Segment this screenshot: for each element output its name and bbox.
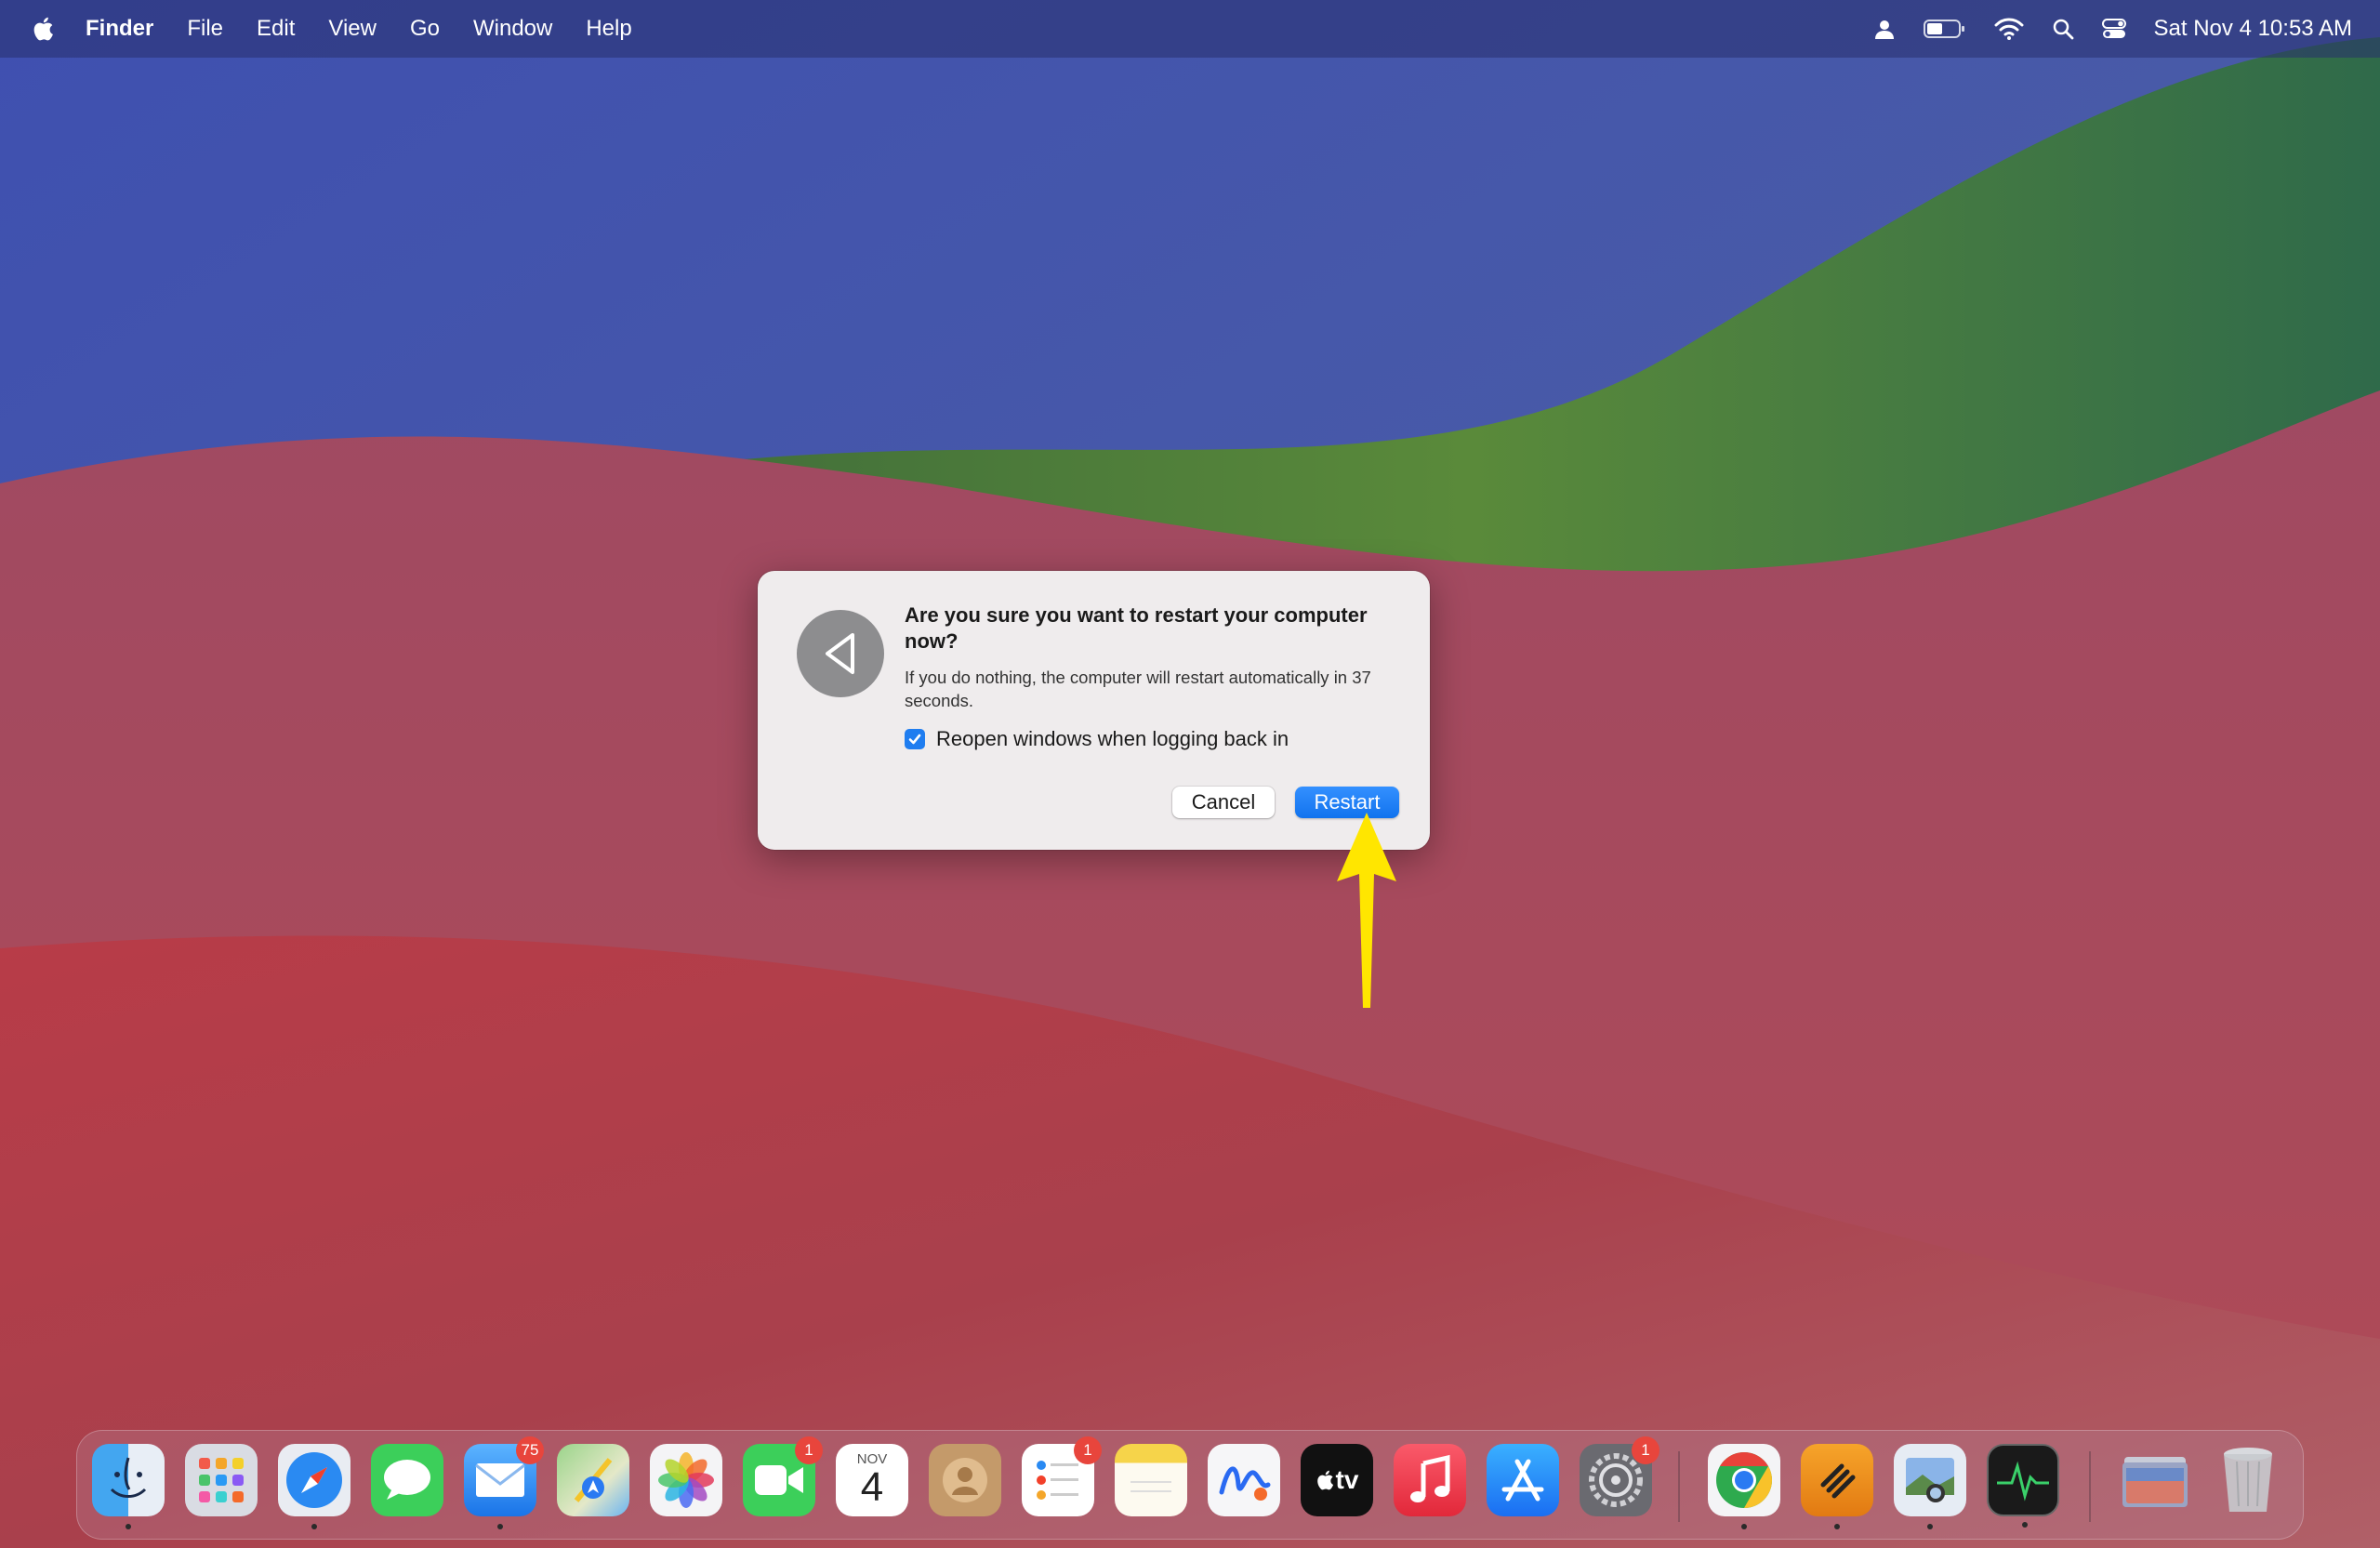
trash-icon [2224,1448,2272,1512]
menu-bar: Finder File Edit View Go Window Help Sat… [0,0,2380,58]
menu-finder[interactable]: Finder [86,16,153,42]
music-icon [1410,1454,1450,1502]
photos-icon [658,1452,714,1508]
contacts-icon [943,1458,987,1502]
battery-icon[interactable] [1923,18,1966,40]
facetime-badge: 1 [795,1436,823,1464]
dock-separator [1678,1451,1680,1522]
tv-label: tv [1335,1465,1359,1494]
running-indicator [1741,1524,1747,1529]
running-indicator [1927,1524,1933,1529]
mail-icon [475,1463,525,1497]
menu-file[interactable]: File [187,16,223,42]
dock-toolbox[interactable] [1801,1444,1873,1529]
checkmark-icon [908,734,921,745]
menu-edit[interactable]: Edit [257,16,295,42]
dock-reminders[interactable]: 1 [1022,1436,1102,1516]
menu-help[interactable]: Help [586,16,631,42]
dock-preview[interactable] [1894,1444,1966,1529]
dock-system-settings[interactable]: 1 [1580,1436,1659,1516]
dock-launchpad[interactable] [185,1444,258,1516]
search-icon[interactable] [2052,18,2074,40]
status-area: Sat Nov 4 10:53 AM [1873,0,2352,58]
messages-icon [384,1460,430,1500]
running-indicator [2022,1522,2028,1528]
dock-downloads[interactable] [2119,1444,2191,1516]
freeform-icon [1219,1466,1271,1501]
dock-messages[interactable] [371,1444,443,1516]
dock-calendar[interactable]: NOV 4 [836,1444,908,1516]
dock-chrome[interactable] [1708,1444,1780,1529]
menu-go[interactable]: Go [410,16,440,42]
dialog-title: Are you sure you want to restart your co… [905,603,1368,653]
menu-window[interactable]: Window [473,16,552,42]
dock-tv[interactable]: tv [1301,1444,1373,1516]
menu-view[interactable]: View [328,16,377,42]
reminders-badge: 1 [1074,1436,1102,1464]
notes-icon [1130,1481,1171,1492]
dock-app-store[interactable] [1487,1444,1559,1516]
dock-notes[interactable] [1115,1444,1187,1516]
reopen-windows-checkbox[interactable] [905,729,925,749]
running-indicator [1834,1524,1840,1529]
activity-monitor-icon [1997,1461,2049,1502]
user-icon[interactable] [1873,18,1896,40]
dock-separator [2089,1451,2091,1522]
toolbox-icon [1820,1463,1856,1499]
dialog-message: If you do nothing, the computer will res… [905,668,1371,710]
wifi-icon[interactable] [1994,18,2024,40]
dock-facetime[interactable]: 1 [743,1436,823,1516]
chrome-icon [1716,1452,1773,1508]
running-indicator [497,1524,503,1529]
maps-icon [574,1458,613,1502]
restart-arrow-icon [797,610,884,697]
dock-mail[interactable]: 75 [464,1436,544,1529]
finder-icon [110,1457,147,1498]
calendar-day: 4 [860,1463,884,1510]
annotation-arrow-icon [1337,813,1396,1008]
reopen-windows-option[interactable]: Reopen windows when logging back in [905,727,1289,751]
dock-music[interactable] [1394,1444,1466,1516]
dock-activity-monitor[interactable] [1987,1444,2059,1528]
downloads-stack-icon [2122,1457,2188,1507]
system-settings-badge: 1 [1632,1436,1659,1464]
dock-finder[interactable] [92,1444,165,1529]
restart-confirmation-dialog: Are you sure you want to restart your co… [758,571,1430,850]
dock-safari[interactable] [278,1444,350,1529]
reminders-icon [1037,1461,1078,1500]
running-indicator [126,1524,131,1529]
dock-photos[interactable] [650,1444,722,1516]
preview-icon [1906,1458,1954,1502]
safari-icon [286,1452,342,1508]
menu-bar-clock[interactable]: Sat Nov 4 10:53 AM [2154,16,2352,42]
launchpad-icon [199,1458,244,1502]
control-center-icon[interactable] [2101,18,2126,40]
dock-contacts[interactable] [929,1444,1001,1516]
dock-freeform[interactable] [1208,1444,1280,1516]
running-indicator [311,1524,317,1529]
mail-badge: 75 [516,1436,544,1464]
reopen-windows-label[interactable]: Reopen windows when logging back in [936,727,1289,751]
dock: 75 1 NOV 4 1 tv 1 [76,1430,2304,1540]
apple-logo-icon[interactable] [32,16,54,42]
app-store-icon [1501,1459,1544,1502]
dock-maps[interactable] [557,1444,629,1516]
apple-logo-icon [1316,1470,1333,1490]
facetime-icon [755,1465,803,1495]
cancel-button[interactable]: Cancel [1172,787,1275,818]
dock-trash[interactable] [2212,1444,2284,1516]
